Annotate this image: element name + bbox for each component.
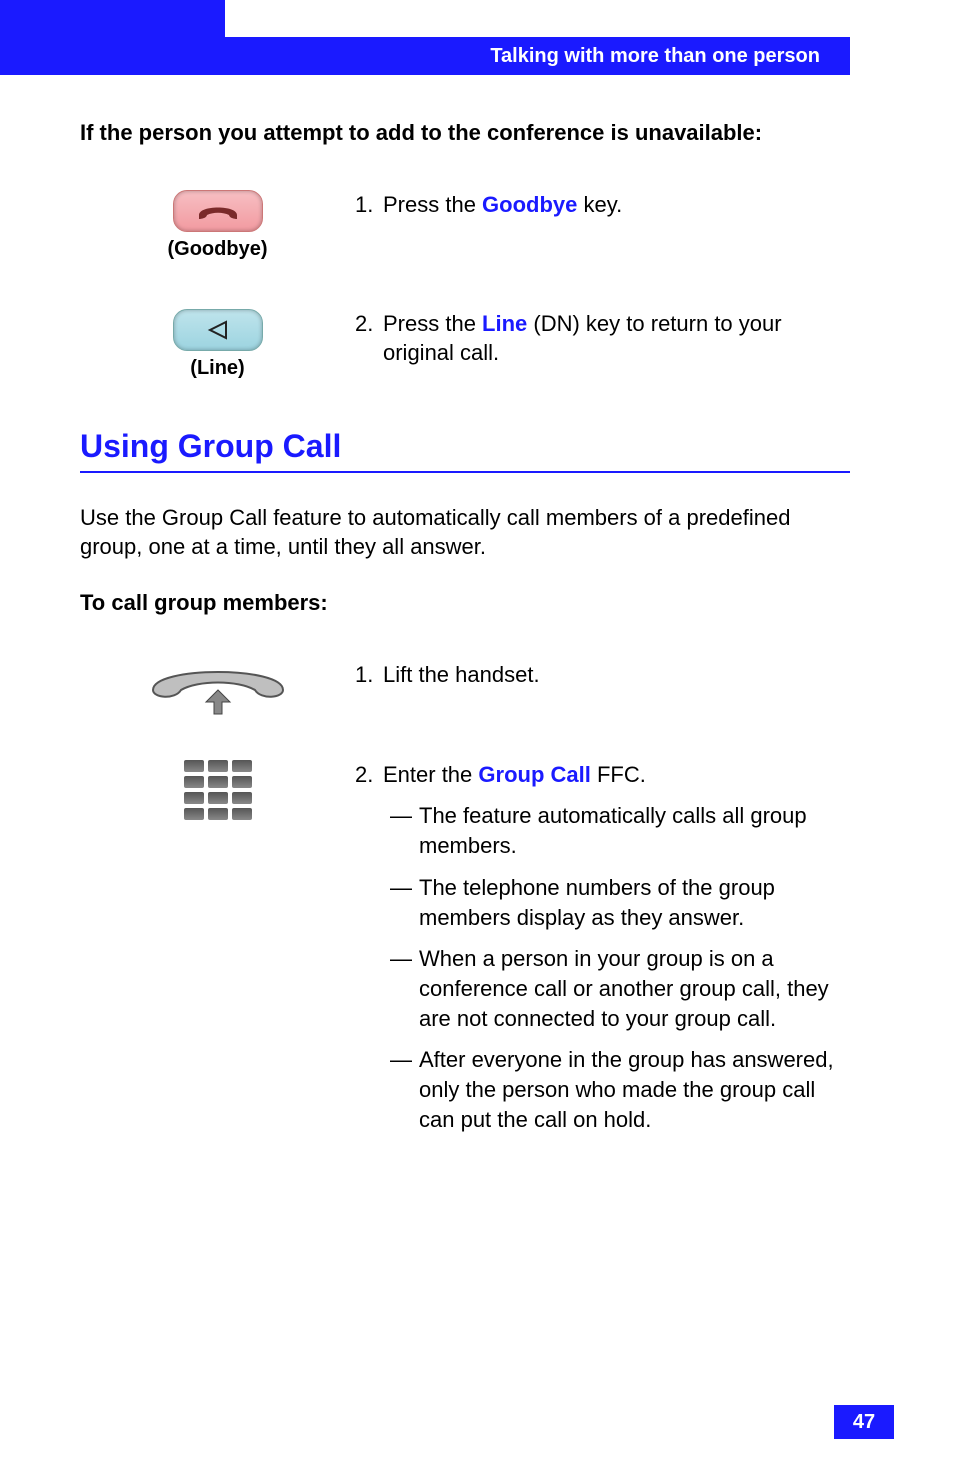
line-key-label: (Line) bbox=[190, 357, 244, 380]
list-item: — When a person in your group is on a co… bbox=[383, 944, 850, 1033]
goodbye-key-label: (Goodbye) bbox=[168, 238, 268, 261]
step-a1: (Goodbye) 1. Press the Goodbye key. bbox=[80, 190, 850, 261]
list-item: — The feature automatically calls all gr… bbox=[383, 801, 850, 860]
list-item-text: When a person in your group is on a conf… bbox=[419, 944, 850, 1033]
step-a1-text: 1. Press the Goodbye key. bbox=[355, 190, 850, 220]
header-side-tab bbox=[0, 0, 225, 75]
text-fragment: Press the bbox=[383, 311, 482, 336]
section-title: Using Group Call bbox=[80, 428, 850, 465]
list-item-text: The feature automatically calls all grou… bbox=[419, 801, 850, 860]
line-key-illustration: (Line) bbox=[80, 309, 355, 380]
step-a2-text: 2. Press the Line (DN) key to return to … bbox=[355, 309, 850, 368]
line-key-icon bbox=[173, 309, 263, 351]
keyword-line: Line bbox=[482, 311, 527, 336]
text-fragment: Enter the bbox=[383, 762, 478, 787]
step-number: 2. bbox=[355, 309, 383, 368]
goodbye-key-icon bbox=[173, 190, 263, 232]
text-fragment: Press the bbox=[383, 192, 482, 217]
step-number: 2. bbox=[355, 760, 383, 1147]
content-area: If the person you attempt to add to the … bbox=[80, 118, 850, 1194]
step-number: 1. bbox=[355, 660, 383, 690]
dash-bullet: — bbox=[383, 801, 419, 860]
keypad-illustration bbox=[80, 760, 355, 820]
header-title: Talking with more than one person bbox=[225, 37, 850, 75]
keypad-icon bbox=[184, 760, 252, 820]
handset-icon bbox=[143, 660, 293, 720]
step-a2: (Line) 2. Press the Line (DN) key to ret… bbox=[80, 309, 850, 380]
keyword-group-call: Group Call bbox=[478, 762, 590, 787]
section-rule bbox=[80, 471, 850, 473]
dash-bullet: — bbox=[383, 1045, 419, 1134]
dash-bullet: — bbox=[383, 873, 419, 932]
section-paragraph: Use the Group Call feature to automatica… bbox=[80, 503, 850, 562]
page: Talking with more than one person If the… bbox=[0, 0, 954, 1475]
step-b1: 1. Lift the handset. bbox=[80, 660, 850, 720]
list-item: — The telephone numbers of the group mem… bbox=[383, 873, 850, 932]
handset-illustration bbox=[80, 660, 355, 720]
text-fragment: FFC. bbox=[591, 762, 646, 787]
text-fragment: Lift the handset. bbox=[383, 660, 850, 690]
intro-subhead: If the person you attempt to add to the … bbox=[80, 118, 850, 148]
step-b2: 2. Enter the Group Call FFC. — The featu… bbox=[80, 760, 850, 1147]
list-item-text: The telephone numbers of the group membe… bbox=[419, 873, 850, 932]
step-number: 1. bbox=[355, 190, 383, 220]
page-number: 47 bbox=[834, 1405, 894, 1439]
text-fragment: key. bbox=[577, 192, 622, 217]
section-subhead: To call group members: bbox=[80, 588, 850, 618]
step-b2-text: 2. Enter the Group Call FFC. — The featu… bbox=[355, 760, 850, 1147]
goodbye-key-illustration: (Goodbye) bbox=[80, 190, 355, 261]
list-item-text: After everyone in the group has answered… bbox=[419, 1045, 850, 1134]
list-item: — After everyone in the group has answer… bbox=[383, 1045, 850, 1134]
step-b1-text: 1. Lift the handset. bbox=[355, 660, 850, 690]
sub-list: — The feature automatically calls all gr… bbox=[383, 801, 850, 1134]
dash-bullet: — bbox=[383, 944, 419, 1033]
keyword-goodbye: Goodbye bbox=[482, 192, 577, 217]
